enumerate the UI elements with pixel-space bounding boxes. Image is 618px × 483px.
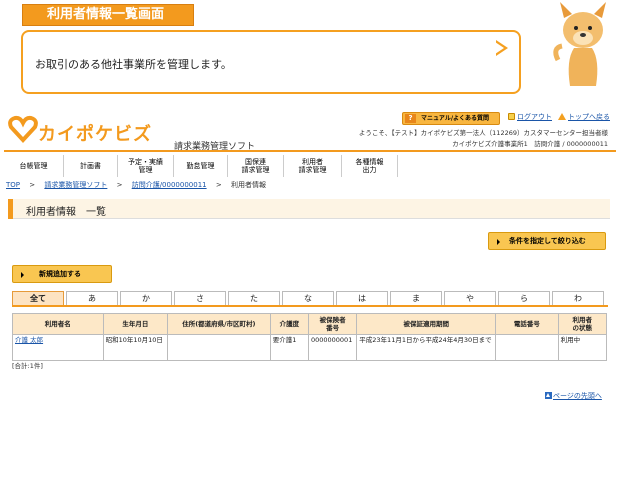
nav-item-output[interactable]: 各種情報 出力 xyxy=(342,155,398,177)
add-new-button[interactable]: 新規追加する xyxy=(12,265,112,283)
col-user-name: 利用者名 xyxy=(12,313,104,335)
cell-coverage-period: 平成23年11月1日から平成24年4月30日まで xyxy=(356,334,497,361)
top-return-link[interactable]: トップへ戻る xyxy=(558,112,610,122)
cell-user-name: 介護 太郎 xyxy=(12,334,104,361)
tab-ha[interactable]: は xyxy=(336,291,388,305)
breadcrumb: TOP > 請求業務管理ソフト > 訪問介護/0000000011 > 利用者情… xyxy=(6,181,266,189)
cell-address xyxy=(167,334,271,361)
breadcrumb-office[interactable]: 訪問介護/0000000011 xyxy=(132,181,207,189)
total-count: [合計:1件] xyxy=(12,362,43,370)
table-row: 介護 太郎 昭和10年10月10日 要介護1 0000000001 平成23年1… xyxy=(12,334,608,361)
nav-item-kokuho[interactable]: 国保連 請求管理 xyxy=(228,155,284,177)
col-insured-number: 被保険者 番号 xyxy=(307,313,358,335)
nav-item-ledger[interactable]: 台帳管理 xyxy=(4,155,64,177)
breadcrumb-top[interactable]: TOP xyxy=(6,181,20,189)
cell-insured-number: 0000000001 xyxy=(307,334,358,361)
logo[interactable]: カイポケビズ xyxy=(8,114,178,148)
cell-status: 利用中 xyxy=(557,334,608,361)
breadcrumb-billing-software[interactable]: 請求業務管理ソフト xyxy=(44,181,107,189)
tab-a[interactable]: あ xyxy=(66,291,118,305)
table-header-row: 利用者名 生年月日 住所(都道府県/市区町村) 介護度 被保険者 番号 被保証適… xyxy=(12,313,608,335)
nav-item-user-billing[interactable]: 利用者 請求管理 xyxy=(284,155,342,177)
heart-logo-icon xyxy=(8,115,38,143)
tab-sa[interactable]: さ xyxy=(174,291,226,305)
tab-all[interactable]: 全て xyxy=(12,291,64,305)
logout-link[interactable]: ログアウト xyxy=(508,112,552,122)
page-top-link[interactable]: ページの先頭へ xyxy=(545,391,602,401)
page-title: 利用者情報 一覧 xyxy=(26,207,106,218)
filter-button[interactable]: 条件を指定して絞り込む xyxy=(488,232,606,250)
lock-icon xyxy=(508,113,515,120)
cell-birthdate: 昭和10年10月10日 xyxy=(102,334,169,361)
description-text: お取引のある他社事業所を管理します。 xyxy=(35,58,232,71)
tab-na[interactable]: な xyxy=(282,291,334,305)
cell-phone xyxy=(495,334,559,361)
page-banner-title: 利用者情報一覧画面 xyxy=(22,4,194,26)
arrow-right-icon xyxy=(21,272,24,278)
tab-ta[interactable]: た xyxy=(228,291,280,305)
mascot-dog-icon xyxy=(553,2,606,86)
office-text: カイポケビズ介護事業所1 訪問介護 / 0000000011 xyxy=(452,140,608,148)
question-icon: ? xyxy=(405,114,416,123)
main-nav: 台帳管理 計画書 予定・実績 管理 勤怠管理 国保連 請求管理 利用者 請求管理… xyxy=(4,150,616,177)
kana-tabs: 全て あ か さ た な は ま や ら わ xyxy=(12,291,608,307)
tab-ya[interactable]: や xyxy=(444,291,496,305)
arrow-right-icon xyxy=(497,239,500,245)
home-icon xyxy=(558,113,566,120)
col-phone: 電話番号 xyxy=(495,313,559,335)
arrow-up-icon xyxy=(545,392,552,399)
breadcrumb-current: 利用者情報 xyxy=(230,181,266,189)
col-care-level: 介護度 xyxy=(269,313,309,335)
page-heading-bar: 利用者情報 一覧 xyxy=(8,199,610,219)
col-address: 住所(都道府県/市区町村) xyxy=(167,313,271,335)
tab-ma[interactable]: ま xyxy=(390,291,442,305)
nav-item-attendance[interactable]: 勤怠管理 xyxy=(174,155,228,177)
description-bubble: お取引のある他社事業所を管理します。 xyxy=(21,30,521,94)
nav-item-plan[interactable]: 計画書 xyxy=(64,155,118,177)
help-manual-button[interactable]: ? マニュアル/よくある質問 xyxy=(402,112,500,125)
welcome-text: ようこそ、【テスト】カイポケビズ第一法人（112269）カスタマーセンター担当者… xyxy=(358,129,608,137)
user-name-link[interactable]: 介護 太郎 xyxy=(15,336,43,344)
col-coverage-period: 被保証適用期間 xyxy=(356,313,497,335)
col-birthdate: 生年月日 xyxy=(102,313,169,335)
nav-item-schedule[interactable]: 予定・実績 管理 xyxy=(118,155,174,177)
tab-ra[interactable]: ら xyxy=(498,291,550,305)
cell-care-level: 要介護1 xyxy=(269,334,309,361)
tab-ka[interactable]: か xyxy=(120,291,172,305)
col-status: 利用者 の状態 xyxy=(557,313,608,335)
help-manual-label: マニュアル/よくある質問 xyxy=(421,115,490,122)
tab-wa[interactable]: わ xyxy=(552,291,604,305)
logo-text: カイポケビズ xyxy=(38,124,152,145)
user-table: 利用者名 生年月日 住所(都道府県/市区町村) 介護度 被保険者 番号 被保証適… xyxy=(12,313,608,361)
